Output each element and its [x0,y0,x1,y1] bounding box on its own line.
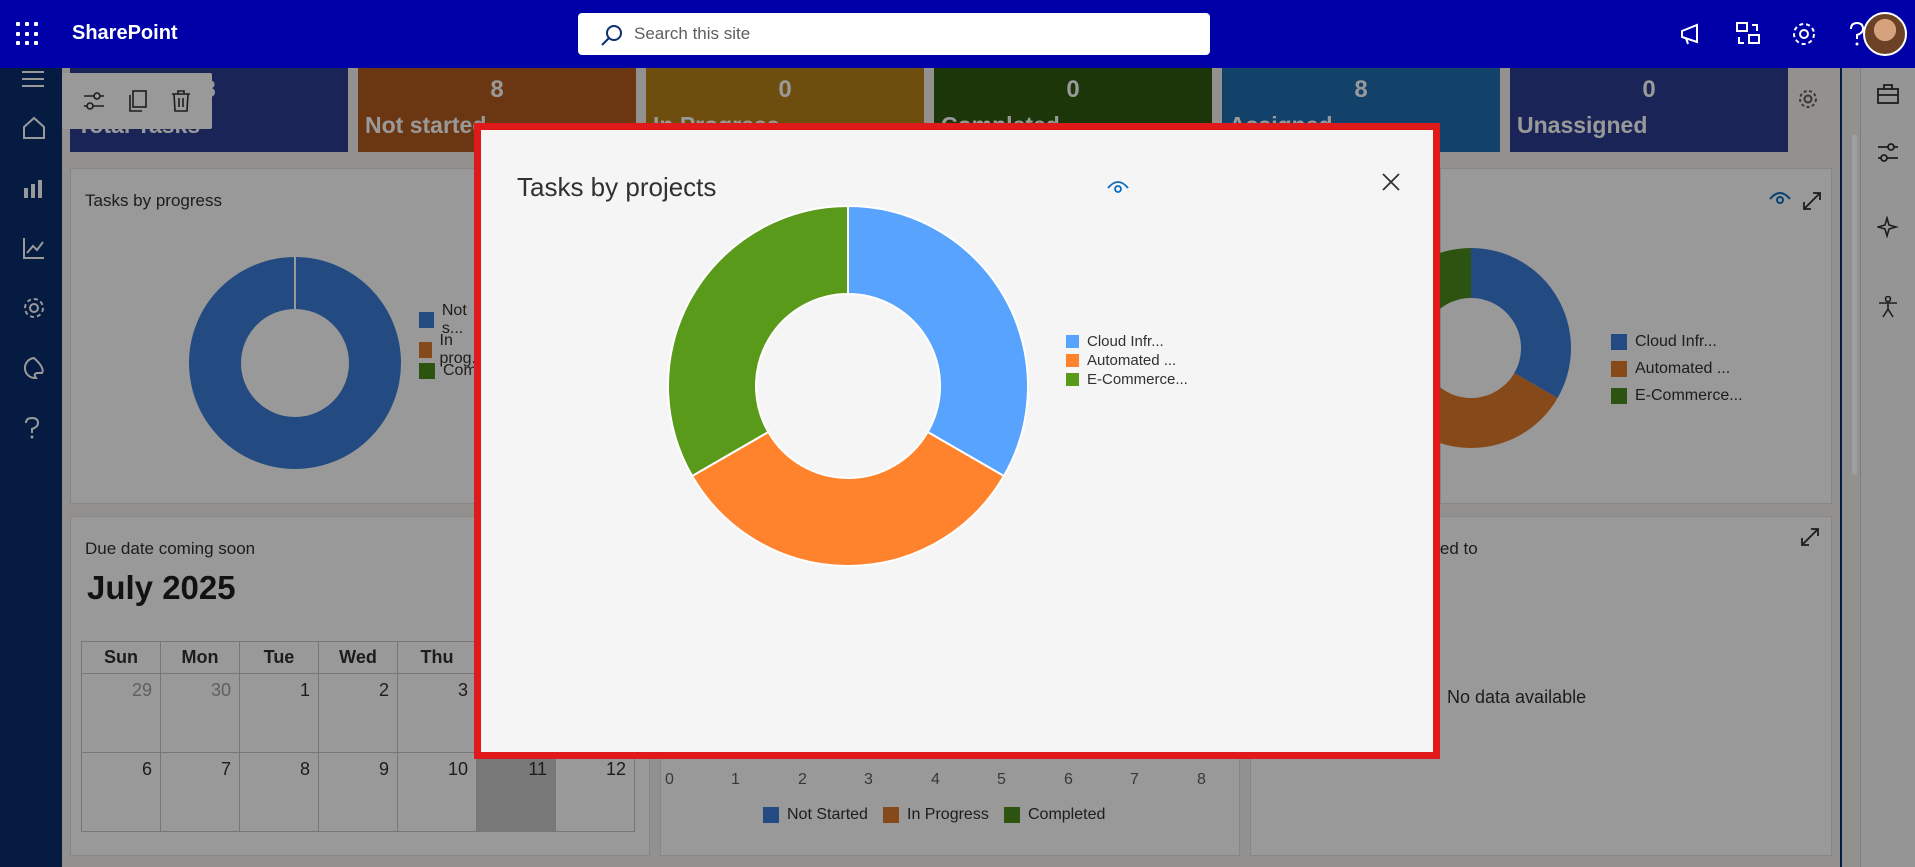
gear-icon[interactable] [1791,21,1817,47]
avatar[interactable] [1863,12,1907,56]
legend-label: Cloud Infr... [1087,333,1164,350]
legend-item[interactable]: Automated ... [1066,351,1188,370]
donut-slice[interactable] [690,430,1006,567]
legend-item[interactable]: Cloud Infr... [1066,332,1188,351]
close-icon[interactable] [1381,172,1401,192]
search-placeholder: Search this site [634,24,751,43]
legend-swatch [1066,373,1079,386]
legend-swatch [1066,335,1079,348]
eye-icon[interactable] [1107,180,1129,196]
projects-donut-chart [667,204,1029,567]
modal-title: Tasks by projects [517,172,717,202]
header-actions [1679,0,1867,68]
legend-item[interactable]: E-Commerce... [1066,370,1188,389]
brand-title[interactable]: SharePoint [72,22,178,45]
search-icon [601,25,622,46]
legend-label: Automated ... [1087,352,1177,369]
megaphone-icon[interactable] [1679,22,1705,46]
scrollbar[interactable] [1852,135,1857,475]
app-launcher-icon[interactable] [16,22,40,46]
search-box[interactable]: Search this site [578,13,1210,55]
sync-icon[interactable] [1735,21,1761,47]
modal-body: Tasks by projects Cloud Infr... Automated… [487,136,1427,746]
suite-header: SharePoint Search this site [0,0,1915,68]
chart-legend: Cloud Infr... Automated ... E-Commerce... [1066,332,1188,389]
donut-slice[interactable] [847,204,1029,478]
legend-label: E-Commerce... [1087,371,1188,388]
legend-swatch [1066,354,1079,367]
donut-slice[interactable] [667,204,849,478]
chart-modal: Tasks by projects Cloud Infr... Automated… [474,123,1440,759]
